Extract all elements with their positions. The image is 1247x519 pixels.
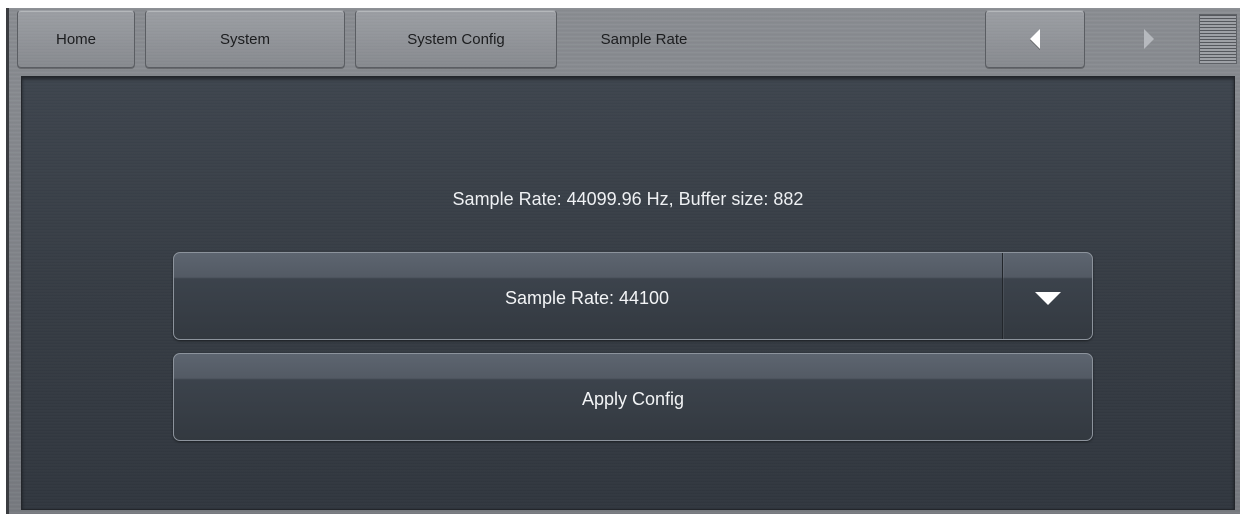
sample-rate-status: Sample Rate: 44099.96 Hz, Buffer size: 8… xyxy=(452,189,804,209)
current-page-title: Sample Rate xyxy=(569,10,719,68)
system-button[interactable]: System xyxy=(145,10,345,68)
chevron-down-icon xyxy=(1034,291,1061,305)
apply-config-button[interactable]: Apply Config xyxy=(173,353,1093,441)
sample-rate-dropdown[interactable]: Sample Rate: 44100 xyxy=(173,252,1093,340)
current-page-label: Sample Rate xyxy=(600,30,688,48)
system-config-button[interactable]: System Config xyxy=(355,10,557,68)
apply-config-label: Apply Config xyxy=(581,388,685,409)
arrow-left-icon xyxy=(1030,29,1040,49)
system-config-label: System Config xyxy=(407,30,505,48)
back-button[interactable] xyxy=(985,10,1085,68)
forward-button[interactable] xyxy=(1119,10,1179,68)
sample-rate-selected-value: Sample Rate: 44100 xyxy=(504,287,670,308)
arrow-right-icon xyxy=(1144,29,1154,49)
home-button[interactable]: Home xyxy=(17,10,135,68)
sample-rate-panel: Sample Rate: 44099.96 Hz, Buffer size: 8… xyxy=(21,76,1235,510)
app-window: Home System System Config Sample Rate Sa… xyxy=(6,8,1240,514)
home-label: Home xyxy=(55,30,96,48)
dropdown-toggle[interactable] xyxy=(1002,253,1092,339)
system-label: System xyxy=(219,30,270,48)
top-navigation-bar: Home System System Config Sample Rate xyxy=(9,8,1240,70)
menu-icon[interactable] xyxy=(1199,14,1237,64)
